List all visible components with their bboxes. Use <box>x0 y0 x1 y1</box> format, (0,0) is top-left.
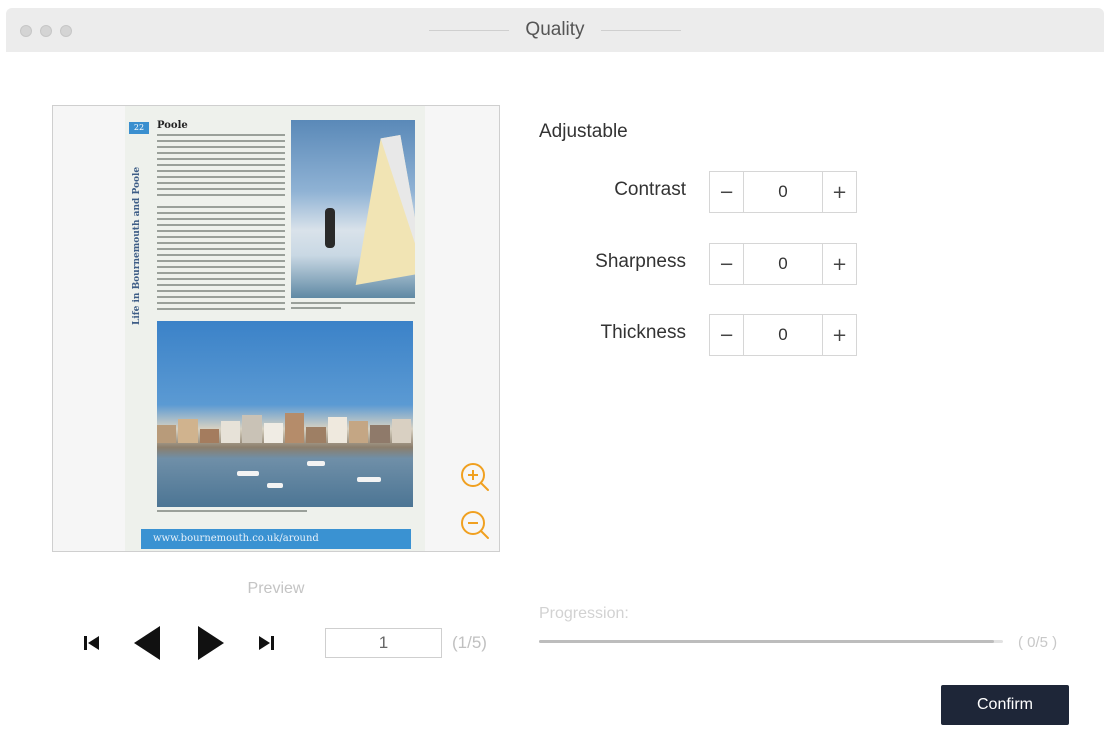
thickness-label: Thickness <box>600 322 686 343</box>
photo-caption-bottom <box>157 510 307 512</box>
side-title-text: Life in Bournemouth and Poole <box>132 166 142 325</box>
page-heading: Poole <box>157 120 188 131</box>
skip-first-icon <box>84 636 99 650</box>
photo-caption-top <box>291 302 415 312</box>
title-area: Quality <box>6 8 1104 52</box>
thickness-stepper: − + <box>709 314 857 356</box>
sharpness-label: Sharpness <box>595 251 686 272</box>
next-page-button[interactable] <box>192 622 230 664</box>
zoom-out-icon <box>461 511 489 539</box>
sharpness-value-input[interactable] <box>744 244 822 284</box>
sharpness-increase-button[interactable]: + <box>822 244 856 284</box>
window-title: Quality <box>525 19 585 40</box>
title-divider-left <box>429 29 510 31</box>
contrast-value-input[interactable] <box>744 172 822 212</box>
confirm-button[interactable]: Confirm <box>941 685 1069 725</box>
progression-count: ( 0/5 ) <box>1018 634 1058 651</box>
progression-bar <box>539 640 1003 643</box>
skip-last-icon <box>259 636 274 650</box>
page-footer-banner: www.bournemouth.co.uk/around <box>141 529 411 549</box>
contrast-label: Contrast <box>614 179 686 200</box>
preview-pane: 22 Life in Bournemouth and Poole Poole w… <box>52 105 500 552</box>
footer-url: www.bournemouth.co.uk/around <box>153 533 319 544</box>
title-divider-right <box>600 29 681 31</box>
next-icon <box>198 626 224 660</box>
progression-label: Progression: <box>539 605 629 622</box>
progression-bar-fill <box>539 640 994 643</box>
first-page-button[interactable] <box>80 630 104 656</box>
page-number-input[interactable] <box>325 628 442 658</box>
sharpness-decrease-button[interactable]: − <box>710 244 744 284</box>
contrast-decrease-button[interactable]: − <box>710 172 744 212</box>
page-side-title: Life in Bournemouth and Poole <box>131 146 143 326</box>
zoom-in-button[interactable] <box>458 460 492 494</box>
document-page-image: 22 Life in Bournemouth and Poole Poole w… <box>125 106 425 551</box>
last-page-button[interactable] <box>254 630 278 656</box>
sharpness-stepper: − + <box>709 243 857 285</box>
page-number-badge: 22 <box>129 122 149 134</box>
thickness-decrease-button[interactable]: − <box>710 315 744 355</box>
title-bar: Quality <box>6 8 1104 52</box>
thickness-row: Thickness − + <box>540 314 860 356</box>
sharpness-row: Sharpness − + <box>540 243 860 285</box>
previous-page-button[interactable] <box>128 622 166 664</box>
adjustable-heading: Adjustable <box>539 121 628 142</box>
zoom-in-icon <box>461 463 489 491</box>
zoom-out-button[interactable] <box>458 508 492 542</box>
contrast-increase-button[interactable]: + <box>822 172 856 212</box>
contrast-row: Contrast − + <box>540 171 860 213</box>
thickness-value-input[interactable] <box>744 315 822 355</box>
windsurfer-photo <box>291 120 415 298</box>
harbour-photo <box>157 321 413 507</box>
contrast-stepper: − + <box>709 171 857 213</box>
page-body-text <box>157 134 285 314</box>
page-total-label: (1/5) <box>452 633 487 652</box>
thickness-increase-button[interactable]: + <box>822 315 856 355</box>
previous-icon <box>134 626 160 660</box>
quality-window: Quality 22 Life in Bournemouth and Poole… <box>0 0 1108 737</box>
preview-label: Preview <box>247 580 305 597</box>
